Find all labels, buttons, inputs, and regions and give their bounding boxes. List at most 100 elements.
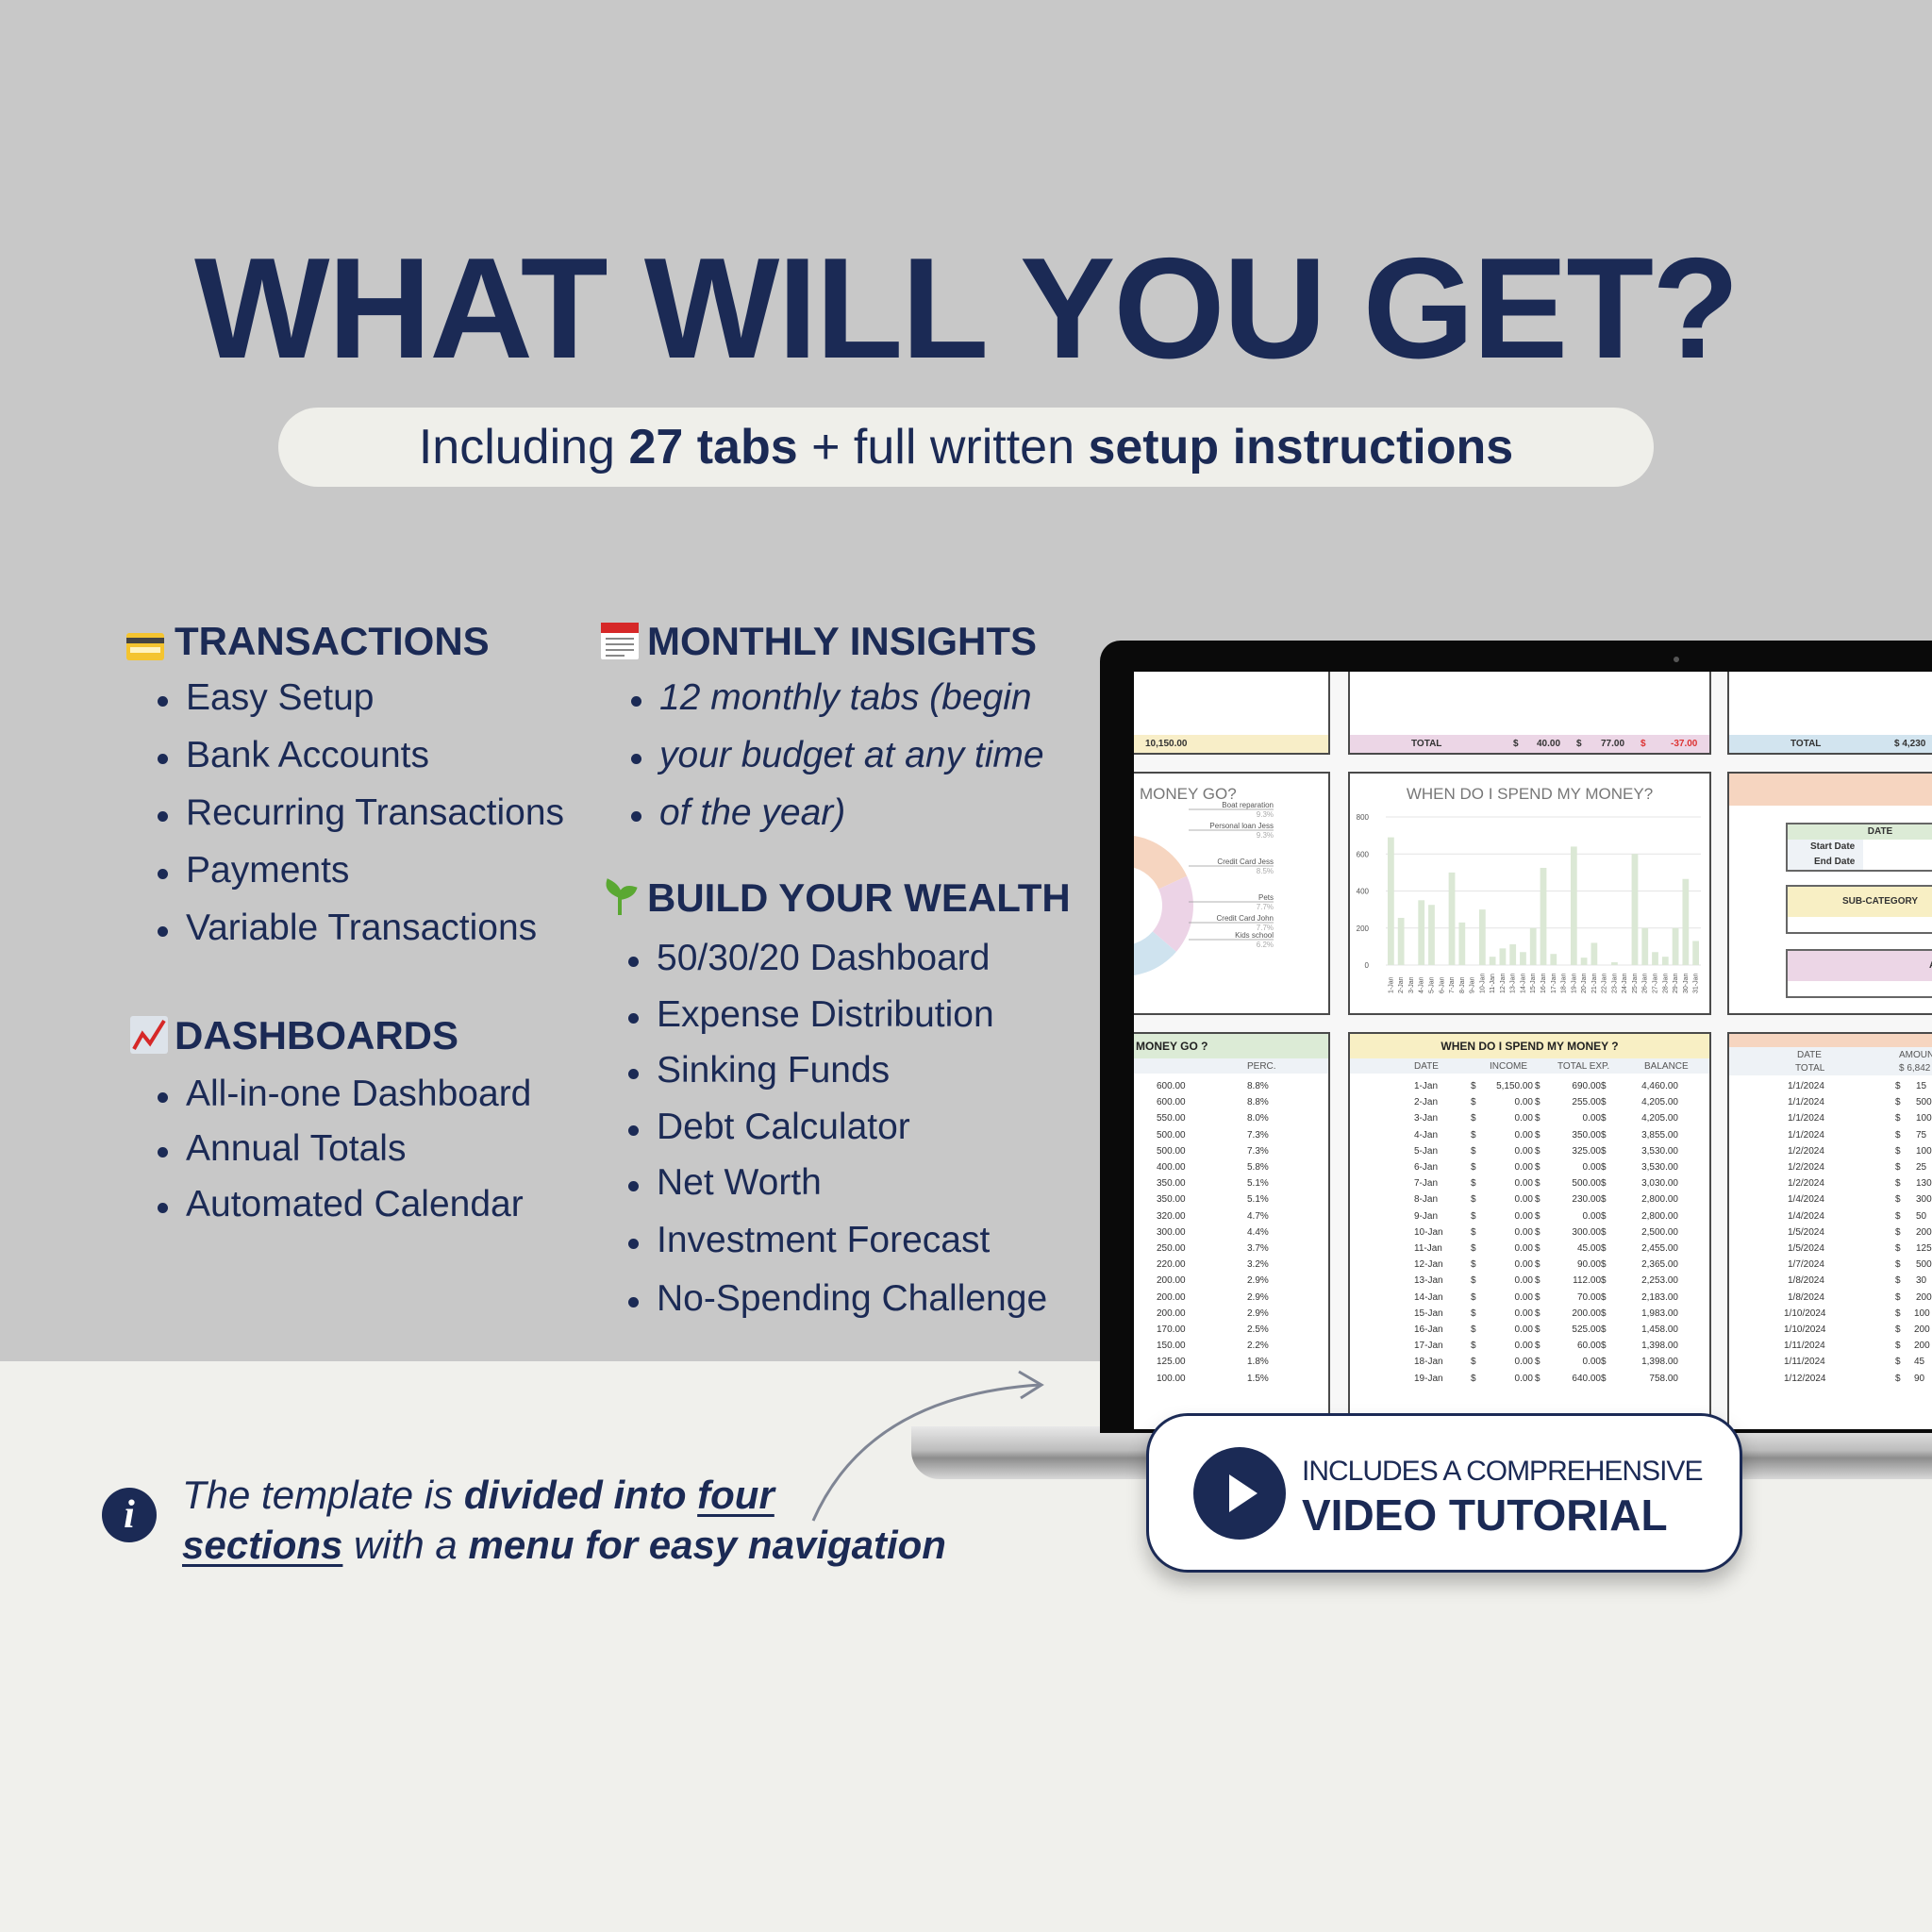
value-cell: 2,800.00 [1641,1210,1678,1222]
value-cell: 0.00 [1514,1145,1533,1157]
x-tick-label: 3-Jan [1408,976,1415,993]
value-cell: 690.00 [1572,1081,1601,1091]
x-tick-label: 16-Jan [1541,973,1547,993]
value-cell: 0.00 [1514,1341,1533,1352]
value-cell: 2,365.00 [1641,1259,1678,1271]
category-filter[interactable]: A [1786,949,1932,998]
currency-cell: $ [1895,1226,1901,1238]
value-cell: 0.00 [1514,1357,1533,1368]
bar [1641,927,1649,965]
percent-cell: 4.4% [1247,1226,1269,1238]
filter-panel: DATE Start Date End Date SUB-CATEGORY A [1727,772,1932,1015]
bar [1489,957,1496,965]
bar [1661,957,1669,965]
slice-percent: 9.3% [1257,831,1274,840]
value-cell: 60.00 [1576,1341,1601,1352]
amount-cell: 350.00 [1157,1178,1186,1190]
bar [1580,958,1588,965]
list-item: Variable Transactions [157,908,538,948]
amount-cell: 200.00 [1157,1275,1186,1287]
percent-cell: 8.8% [1247,1097,1269,1108]
x-tick-label: 18-Jan [1561,973,1568,993]
percent-cell: 4.7% [1247,1210,1269,1222]
slice-percent: 6.2% [1257,941,1274,949]
total-value: $ 4,230 [1894,739,1926,749]
value-cell: 5,150.00 [1496,1081,1533,1091]
end-date-label: End Date [1788,855,1863,870]
value-cell: 3,530.00 [1641,1145,1678,1157]
x-tick-label: 19-Jan [1571,973,1577,993]
currency-cell: $ [1895,1081,1901,1091]
value-cell: 2,253.00 [1641,1275,1678,1287]
amount-cell: 25 [1916,1162,1927,1173]
value-cell: 300.00 [1572,1226,1601,1238]
credit-card-icon [126,633,164,660]
amount-cell: 200 [1914,1324,1930,1335]
value-cell: 0.00 [1514,1307,1533,1319]
date-label: DATE [1788,824,1932,840]
amount-cell: 75 [1916,1129,1927,1141]
sub-category-label: SUB-CATEGORY [1788,887,1932,917]
amount-cell: 200 [1914,1341,1930,1352]
bar [1672,927,1679,965]
value-cell: 0.00 [1582,1113,1601,1124]
bar [1418,900,1425,965]
date-filter[interactable]: DATE Start Date End Date [1786,823,1932,872]
date-cell: 16-Jan [1414,1324,1443,1335]
date-cell: 5-Jan [1414,1145,1439,1157]
amount-cell: 220.00 [1157,1259,1186,1271]
date-cell: 1/5/2024 [1788,1226,1824,1238]
date-cell: 12-Jan [1414,1259,1443,1271]
date-cell: 10-Jan [1414,1226,1443,1238]
table-title: WHEN DO I SPEND MY MONEY ? [1350,1034,1709,1058]
date-cell: 18-Jan [1414,1357,1443,1368]
amount-cell: 100 [1916,1145,1932,1157]
value-cell: 325.00 [1572,1145,1601,1157]
date-cell: 14-Jan [1414,1291,1443,1303]
amount-cell: 200.00 [1157,1307,1186,1319]
value-cell: 200.00 [1572,1307,1601,1319]
spreadsheet-screen: 10,150.00 TOTAL $ 40.00 $ 77.00 $ -37.00… [1134,672,1932,1429]
slice-label: Credit Card Jess [1217,858,1274,866]
amount-cell: 500.00 [1157,1129,1186,1141]
bar [1448,872,1456,965]
amount-cell: 500 [1916,1097,1932,1108]
x-tick-label: 11-Jan [1490,974,1496,993]
sub-category-filter[interactable]: SUB-CATEGORY [1786,885,1932,934]
value-cell: 1,983.00 [1641,1307,1678,1319]
amount-cell: 300 [1916,1194,1932,1206]
date-cell: 1/4/2024 [1788,1210,1824,1222]
column-header: INCOME [1490,1061,1527,1072]
value-cell: 3,030.00 [1641,1178,1678,1190]
percent-cell: 1.5% [1247,1373,1269,1384]
x-tick-label: 15-Jan [1530,973,1537,993]
bar [1591,942,1598,965]
video-tutorial-badge[interactable]: INCLUDES A COMPREHENSIVE VIDEO TUTORIAL [1146,1413,1742,1573]
value-cell: 0.00 [1514,1129,1533,1141]
list-item: All-in-one Dashboard [157,1074,532,1114]
amount-cell: 600.00 [1157,1097,1186,1108]
transactions-table-panel: DATE AMOUN TOTAL $ 6,842 1/1/2024 $15 1/1/… [1727,1032,1932,1429]
date-cell: 1/10/2024 [1784,1324,1826,1335]
x-tick-label: 13-Jan [1510,973,1517,993]
list-item: 12 monthly tabs (begin [631,677,1032,718]
list-item: No-Spending Challenge [627,1278,1048,1319]
currency: $ [1513,739,1519,749]
total-value: 40.00 [1537,739,1561,749]
amount-cell: 500 [1916,1259,1932,1271]
camera-dot [1674,657,1679,662]
list-item: Bank Accounts [158,735,429,775]
percent-cell: 2.9% [1247,1307,1269,1319]
amount-cell: 350.00 [1157,1194,1186,1206]
play-icon[interactable] [1193,1447,1286,1540]
bar [1540,867,1547,965]
x-tick-label: 9-Jan [1470,976,1476,993]
badge-line1: INCLUDES A COMPREHENSIVE [1302,1456,1703,1487]
slice-label: Pets [1258,893,1274,902]
date-cell: 13-Jan [1414,1275,1443,1287]
currency-cell: $ [1895,1243,1901,1254]
x-tick-label: 25-Jan [1632,973,1639,993]
amount-cell: 100 [1914,1307,1930,1319]
note-text: four [697,1473,774,1517]
currency-cell: $ [1895,1129,1901,1141]
